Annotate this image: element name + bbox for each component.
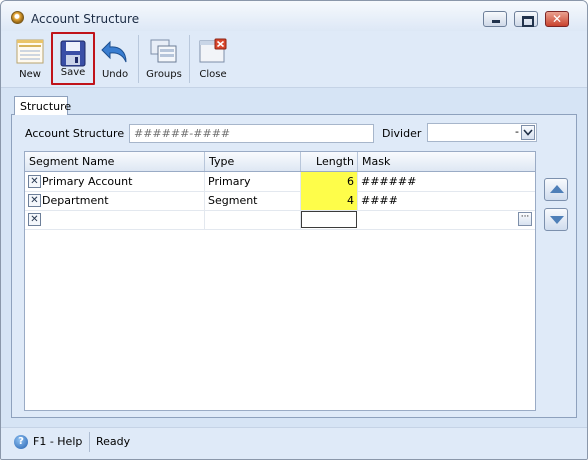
divider-value: -: [515, 125, 519, 138]
status-text: Ready: [96, 435, 131, 448]
delete-row-icon[interactable]: ✕: [28, 194, 41, 207]
mask-cell[interactable]: ####: [358, 191, 535, 210]
divider-select[interactable]: -: [427, 123, 537, 142]
type-cell[interactable]: Primary: [205, 172, 301, 191]
new-document-icon: [16, 39, 44, 64]
account-structure-label: Account Structure: [25, 127, 125, 140]
minimize-icon: [484, 12, 506, 26]
length-edit-cell[interactable]: [301, 211, 357, 228]
close-label: Close: [199, 69, 227, 80]
toolbar-separator: [189, 35, 190, 83]
toolbar-separator: [138, 35, 139, 83]
type-cell[interactable]: [205, 210, 301, 229]
type-cell[interactable]: Segment: [205, 191, 301, 210]
column-header-length[interactable]: Length: [301, 152, 358, 171]
groups-label: Groups: [146, 69, 182, 80]
minimize-button[interactable]: [483, 11, 507, 27]
column-header-mask[interactable]: Mask: [358, 152, 535, 171]
move-down-button[interactable]: [544, 208, 568, 231]
new-button[interactable]: New: [10, 32, 50, 85]
segment-name-cell[interactable]: Primary Account: [42, 172, 205, 191]
delete-row-icon[interactable]: ✕: [28, 175, 41, 188]
tab-structure-label: Structure: [20, 100, 72, 113]
undo-button[interactable]: Undo: [97, 32, 133, 85]
maximize-button[interactable]: [514, 11, 538, 27]
toolbar: New Save Undo Groups Close: [1, 31, 587, 88]
undo-arrow-icon: [101, 40, 127, 63]
new-label: New: [19, 69, 41, 80]
help-icon: ?: [14, 435, 28, 449]
new-row[interactable]: ✕ ···: [25, 210, 535, 230]
close-icon: [546, 12, 568, 26]
close-window-button[interactable]: [545, 11, 569, 27]
status-separator: [89, 432, 90, 452]
grid-header: Segment Name Type Length Mask: [25, 152, 535, 172]
chevron-down-icon: [523, 129, 533, 136]
column-header-type[interactable]: Type: [205, 152, 301, 171]
account-structure-window: Account Structure New Save: [0, 0, 588, 460]
arrow-up-icon: [550, 185, 564, 193]
groups-button[interactable]: Groups: [141, 32, 187, 85]
table-row[interactable]: ✕ Department Segment 4 ####: [25, 191, 535, 211]
window-title: Account Structure: [31, 12, 140, 26]
groups-icon: [150, 39, 177, 63]
arrow-down-icon: [550, 216, 564, 224]
floppy-disk-icon: [60, 40, 86, 67]
move-up-button[interactable]: [544, 178, 568, 201]
close-button[interactable]: Close: [192, 32, 234, 85]
save-button[interactable]: Save: [51, 32, 95, 85]
divider-dropdown-button[interactable]: [521, 125, 535, 140]
save-label: Save: [60, 67, 86, 78]
account-structure-field[interactable]: ######-####: [129, 124, 374, 143]
status-bar: ? F1 - Help Ready: [1, 427, 587, 459]
mask-cell[interactable]: ######: [358, 172, 535, 191]
divider-label: Divider: [382, 127, 422, 140]
column-header-segment-name[interactable]: Segment Name: [25, 152, 205, 171]
maximize-icon: [515, 12, 537, 27]
length-cell[interactable]: 4: [301, 191, 358, 210]
title-bar: Account Structure: [1, 1, 587, 31]
segment-name-cell[interactable]: Department: [42, 191, 205, 210]
close-document-icon: [199, 38, 227, 63]
help-hint: F1 - Help: [33, 435, 83, 448]
tab-content: Account Structure ######-#### Divider - …: [11, 114, 577, 418]
structure-panel: Structure Account Structure ######-#### …: [11, 96, 577, 418]
app-icon: [11, 11, 24, 24]
tab-structure[interactable]: Structure: [14, 96, 72, 115]
ellipsis-button[interactable]: ···: [518, 212, 532, 226]
table-row[interactable]: ✕ Primary Account Primary 6 ######: [25, 172, 535, 192]
segment-name-cell[interactable]: [42, 210, 205, 229]
segments-grid: Segment Name Type Length Mask ✕ Primary …: [24, 151, 536, 411]
length-cell[interactable]: 6: [301, 172, 358, 191]
undo-label: Undo: [101, 69, 129, 80]
delete-row-icon[interactable]: ✕: [28, 213, 41, 226]
